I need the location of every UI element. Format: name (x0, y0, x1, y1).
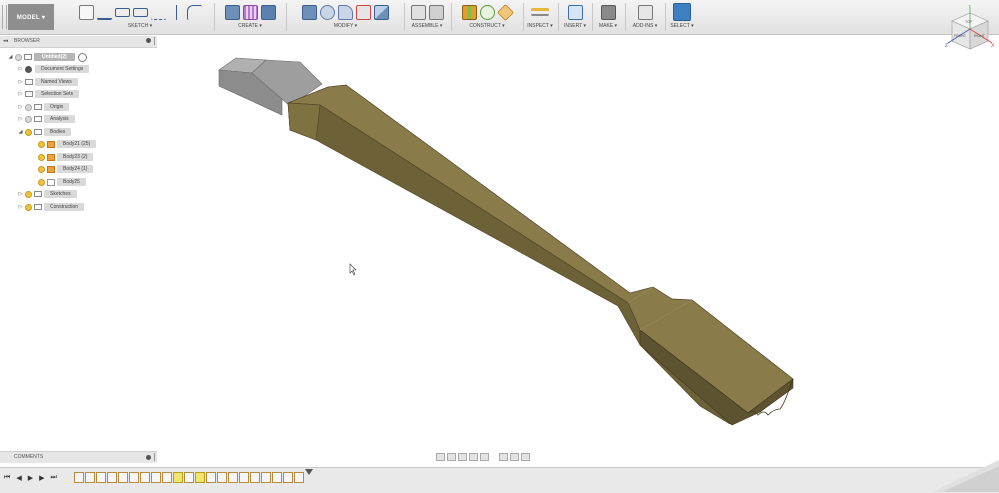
timeline-next-button[interactable]: ▶ (39, 474, 44, 482)
timeline-features (74, 469, 313, 483)
watermark-logo (932, 460, 999, 492)
mouse-cursor-icon (349, 263, 357, 276)
heel-face[interactable] (287, 102, 321, 141)
timeline-feature-icon[interactable] (283, 472, 293, 483)
fit-icon[interactable] (480, 453, 489, 461)
timeline-feature-icon[interactable] (217, 472, 227, 483)
timeline-playback: ⏮ ◀ ▶ ▶ ⏭ (4, 474, 57, 482)
navigation-bar (436, 452, 566, 462)
comments-panel[interactable]: COMMENTS (0, 451, 157, 463)
timeline-feature-icon[interactable] (129, 472, 139, 483)
look-at-icon[interactable] (447, 453, 456, 461)
timeline-play-button[interactable]: ▶ (28, 474, 33, 482)
timeline-feature-icon[interactable] (272, 472, 282, 483)
zoom-icon[interactable] (469, 453, 478, 461)
comments-title: COMMENTS (14, 454, 44, 460)
timeline-feature-icon[interactable] (261, 472, 271, 483)
comments-resize-handle[interactable] (154, 453, 155, 461)
timeline-feature-icon[interactable] (184, 472, 194, 483)
timeline-feature-icon[interactable] (195, 472, 205, 483)
timeline-first-button[interactable]: ⏮ (4, 474, 10, 482)
timeline-feature-icon[interactable] (250, 472, 260, 483)
timeline-feature-icon[interactable] (173, 472, 183, 483)
timeline-feature-icon[interactable] (239, 472, 249, 483)
timeline-feature-icon[interactable] (85, 472, 95, 483)
timeline-feature-icon[interactable] (151, 472, 161, 483)
timeline-feature-icon[interactable] (206, 472, 216, 483)
timeline-feature-icon[interactable] (294, 472, 304, 483)
display-settings-icon[interactable] (499, 453, 508, 461)
orbit-icon[interactable] (436, 453, 445, 461)
timeline-marker-icon[interactable] (305, 469, 313, 475)
timeline-feature-icon[interactable] (228, 472, 238, 483)
timeline-feature-icon[interactable] (162, 472, 172, 483)
timeline-prev-button[interactable]: ◀ (16, 474, 21, 482)
timeline-feature-icon[interactable] (118, 472, 128, 483)
pan-icon[interactable] (458, 453, 467, 461)
timeline-feature-icon[interactable] (140, 472, 150, 483)
grid-settings-icon[interactable] (510, 453, 519, 461)
viewports-icon[interactable] (521, 453, 530, 461)
comments-add-icon[interactable] (146, 455, 151, 460)
timeline-feature-icon[interactable] (107, 472, 117, 483)
timeline-last-button[interactable]: ⏭ (50, 474, 56, 482)
model-viewport[interactable] (0, 0, 999, 492)
timeline-feature-icon[interactable] (96, 472, 106, 483)
timeline-feature-icon[interactable] (74, 472, 84, 483)
